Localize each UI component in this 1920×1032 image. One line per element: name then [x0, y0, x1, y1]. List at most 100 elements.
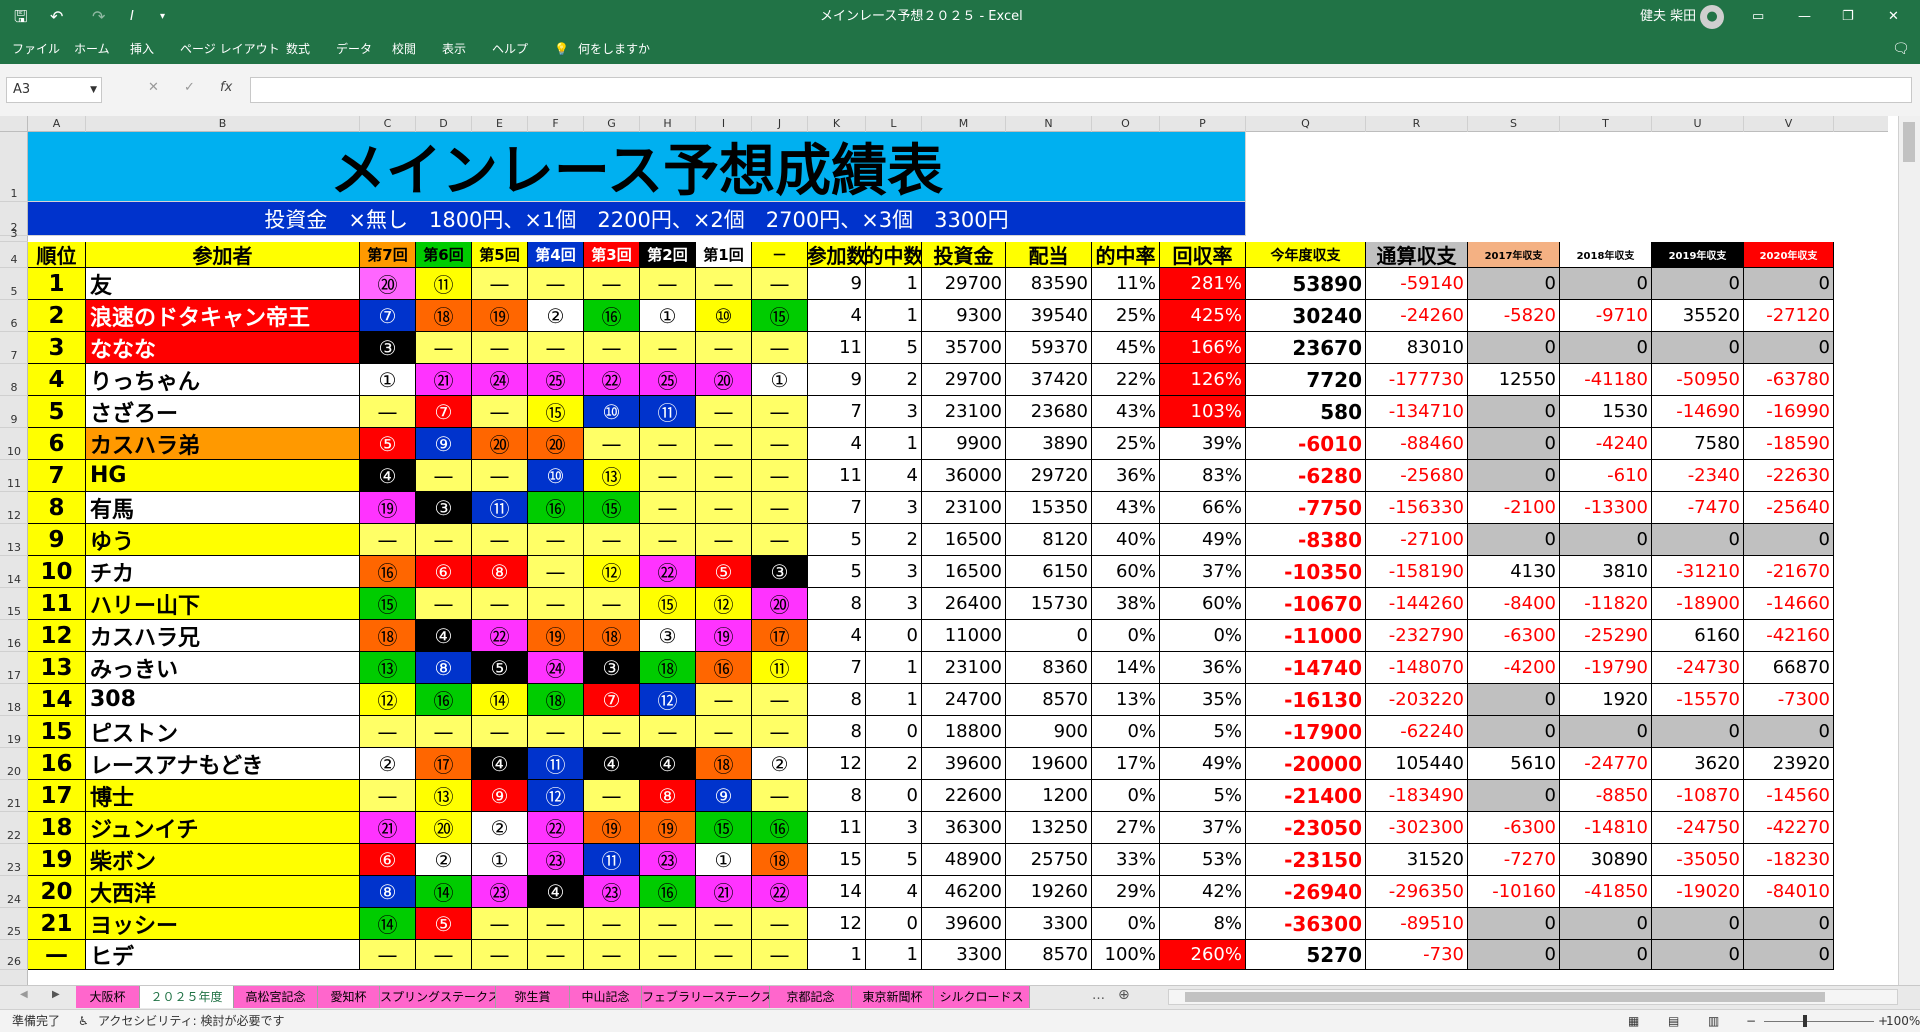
race-pick-cell[interactable]: — — [640, 428, 696, 460]
y2018-cell[interactable]: -25290 — [1560, 620, 1652, 652]
race-pick-cell[interactable]: ① — [752, 364, 808, 396]
year-balance-cell[interactable]: 580 — [1246, 396, 1366, 428]
row-header-10[interactable]: 10 — [0, 428, 28, 460]
participant-cell[interactable]: りっちゃん — [86, 364, 360, 396]
tab-file[interactable]: ファイル — [12, 34, 60, 64]
race-pick-cell[interactable]: — — [360, 716, 416, 748]
year-balance-cell[interactable]: 30240 — [1246, 300, 1366, 332]
hits-cell[interactable]: 4 — [866, 460, 922, 492]
race-pick-cell[interactable]: ④ — [416, 620, 472, 652]
rank-cell[interactable]: 18 — [28, 812, 86, 844]
race-pick-cell[interactable]: ⑫ — [696, 588, 752, 620]
rank-cell[interactable]: 7 — [28, 460, 86, 492]
race-pick-cell[interactable]: ⑤ — [696, 556, 752, 588]
name-box[interactable]: A3 ▼ — [6, 77, 102, 103]
race-pick-cell[interactable]: — — [640, 524, 696, 556]
race-pick-cell[interactable]: ⑤ — [416, 908, 472, 940]
column-header-r[interactable]: R — [1366, 116, 1468, 132]
investment-cell[interactable]: 9900 — [922, 428, 1006, 460]
race-pick-cell[interactable]: ⑳ — [360, 268, 416, 300]
race-pick-cell[interactable]: — — [752, 780, 808, 812]
race-pick-cell[interactable]: ⑮ — [640, 588, 696, 620]
race-pick-cell[interactable]: — — [584, 588, 640, 620]
race-pick-cell[interactable]: — — [696, 428, 752, 460]
column-header-v[interactable]: V — [1744, 116, 1834, 132]
header-race-2[interactable]: 第2回 — [640, 242, 696, 268]
race-pick-cell[interactable]: — — [528, 716, 584, 748]
horizontal-scrollbar[interactable] — [1168, 989, 1898, 1005]
undo-icon[interactable]: ↶ — [50, 0, 63, 34]
race-pick-cell[interactable]: — — [416, 940, 472, 970]
y2017-cell[interactable]: -6300 — [1468, 620, 1560, 652]
y2020-cell[interactable]: -14560 — [1744, 780, 1834, 812]
total-balance-cell[interactable]: -296350 — [1366, 876, 1468, 908]
header-race-6[interactable]: 第6回 — [416, 242, 472, 268]
header-2017[interactable]: 2017年収支 — [1468, 242, 1560, 268]
race-pick-cell[interactable]: ⑫ — [640, 684, 696, 716]
entries-cell[interactable]: 11 — [808, 332, 866, 364]
rank-cell[interactable]: 16 — [28, 748, 86, 780]
hits-cell[interactable]: 3 — [866, 812, 922, 844]
row-header-8[interactable]: 8 — [0, 364, 28, 396]
race-pick-cell[interactable]: ⑳ — [528, 428, 584, 460]
race-pick-cell[interactable]: — — [472, 268, 528, 300]
total-balance-cell[interactable]: -144260 — [1366, 588, 1468, 620]
sheet-tab[interactable]: シルクロードス — [934, 986, 1030, 1008]
year-balance-cell[interactable]: -16130 — [1246, 684, 1366, 716]
race-pick-cell[interactable]: ④ — [528, 876, 584, 908]
race-pick-cell[interactable]: ㉓ — [528, 844, 584, 876]
y2018-cell[interactable]: 0 — [1560, 524, 1652, 556]
race-pick-cell[interactable]: — — [528, 940, 584, 970]
y2020-cell[interactable]: -18590 — [1744, 428, 1834, 460]
race-pick-cell[interactable]: ④ — [640, 748, 696, 780]
hit-rate-cell[interactable]: 0% — [1092, 908, 1160, 940]
year-balance-cell[interactable]: -21400 — [1246, 780, 1366, 812]
race-pick-cell[interactable]: ㉓ — [640, 844, 696, 876]
header-2018[interactable]: 2018年収支 — [1560, 242, 1652, 268]
y2020-cell[interactable]: -7300 — [1744, 684, 1834, 716]
race-pick-cell[interactable]: ⑲ — [584, 812, 640, 844]
entries-cell[interactable]: 11 — [808, 460, 866, 492]
race-pick-cell[interactable]: ⑯ — [752, 812, 808, 844]
investment-cell[interactable]: 48900 — [922, 844, 1006, 876]
column-header-j[interactable]: J — [752, 116, 808, 132]
race-pick-cell[interactable]: ④ — [472, 748, 528, 780]
race-pick-cell[interactable]: — — [752, 268, 808, 300]
hits-cell[interactable]: 0 — [866, 780, 922, 812]
race-pick-cell[interactable]: — — [696, 460, 752, 492]
participant-cell[interactable]: ゆう — [86, 524, 360, 556]
race-pick-cell[interactable]: ⑨ — [416, 428, 472, 460]
entries-cell[interactable]: 9 — [808, 364, 866, 396]
race-pick-cell[interactable]: ② — [752, 748, 808, 780]
participant-cell[interactable]: さざろー — [86, 396, 360, 428]
total-balance-cell[interactable]: -24260 — [1366, 300, 1468, 332]
payout-cell[interactable]: 15350 — [1006, 492, 1092, 524]
y2018-cell[interactable]: -41850 — [1560, 876, 1652, 908]
race-pick-cell[interactable]: ⑯ — [360, 556, 416, 588]
race-pick-cell[interactable]: ⑯ — [528, 492, 584, 524]
race-pick-cell[interactable]: ㉑ — [696, 876, 752, 908]
race-pick-cell[interactable]: — — [752, 940, 808, 970]
y2020-cell[interactable]: -27120 — [1744, 300, 1834, 332]
return-rate-cell[interactable]: 53% — [1160, 844, 1246, 876]
rank-cell[interactable]: 9 — [28, 524, 86, 556]
hits-cell[interactable]: 2 — [866, 364, 922, 396]
select-all-corner[interactable] — [0, 116, 28, 132]
race-pick-cell[interactable]: — — [696, 396, 752, 428]
entries-cell[interactable]: 12 — [808, 908, 866, 940]
y2017-cell[interactable]: -7270 — [1468, 844, 1560, 876]
sheet-tab[interactable]: 大阪杯 — [76, 986, 140, 1008]
entries-cell[interactable]: 9 — [808, 268, 866, 300]
y2017-cell[interactable]: -8400 — [1468, 588, 1560, 620]
y2019-cell[interactable]: -24750 — [1652, 812, 1744, 844]
entries-cell[interactable]: 8 — [808, 716, 866, 748]
y2018-cell[interactable]: 1920 — [1560, 684, 1652, 716]
total-balance-cell[interactable]: -232790 — [1366, 620, 1468, 652]
rank-cell[interactable]: 15 — [28, 716, 86, 748]
year-balance-cell[interactable]: -23150 — [1246, 844, 1366, 876]
race-pick-cell[interactable]: ③ — [640, 620, 696, 652]
race-pick-cell[interactable]: — — [584, 780, 640, 812]
race-pick-cell[interactable]: ⑬ — [360, 652, 416, 684]
hit-rate-cell[interactable]: 22% — [1092, 364, 1160, 396]
race-pick-cell[interactable]: ㉒ — [472, 620, 528, 652]
